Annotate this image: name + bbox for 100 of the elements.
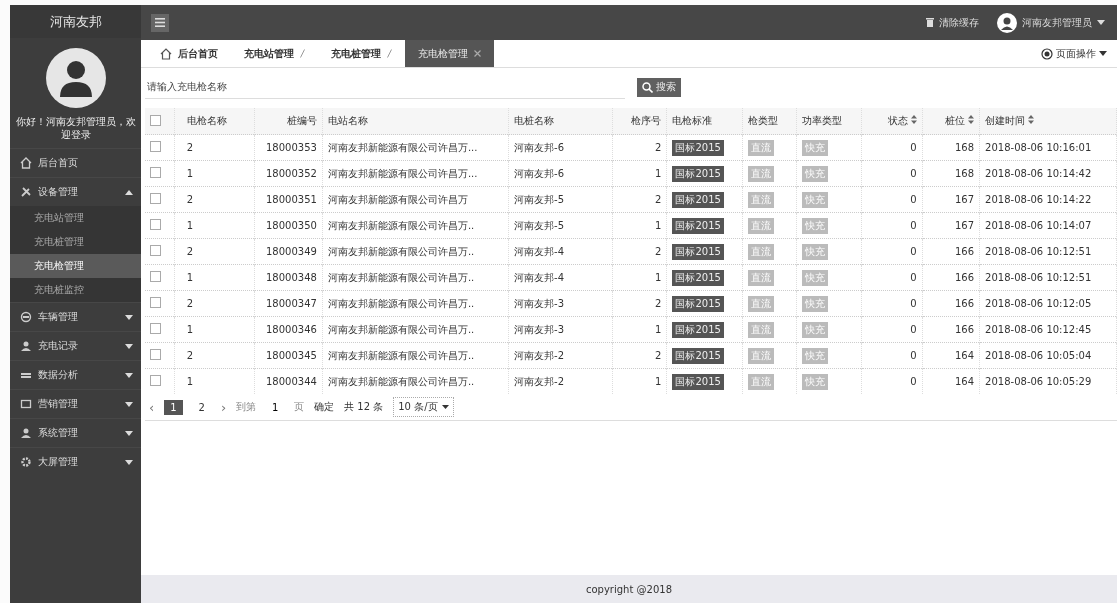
page-actions-dropdown[interactable]: 页面操作 [1041, 40, 1117, 67]
target-icon [1041, 47, 1053, 60]
caret-down-icon [441, 405, 449, 409]
search-button[interactable]: 搜索 [637, 77, 681, 97]
column-header[interactable]: 桩位 [945, 115, 966, 126]
row-checkbox[interactable] [150, 167, 161, 178]
tag: 国标2015 [672, 295, 724, 312]
table-cell: 河南友邦新能源有限公司许昌万.. [327, 349, 475, 361]
home-icon [20, 157, 32, 169]
goto-label: 到第 [236, 400, 257, 414]
row-checkbox[interactable] [150, 193, 161, 204]
sidebar-submenu-item[interactable]: 充电桩监控 [10, 278, 141, 302]
table-cell: 河南友邦新能源有限公司许昌万.. [327, 297, 475, 309]
page-tab[interactable]: 充电枪管理 [405, 40, 494, 67]
page-tab[interactable]: 后台首页 [147, 40, 231, 67]
table-cell: 河南友邦新能源有限公司许昌万... [327, 141, 478, 153]
table-cell: 164 [955, 350, 975, 361]
column-header[interactable]: 状态 [887, 115, 908, 126]
table-cell: 0 [910, 194, 917, 205]
page-unit-label: 页 [294, 400, 305, 414]
table-cell: 18000350 [266, 220, 317, 231]
page-number-button[interactable]: 1 [164, 399, 183, 415]
copyright-text: copyright @2018 [586, 583, 672, 595]
table-cell: 0 [910, 350, 917, 361]
table-cell: 168 [955, 142, 975, 153]
page-tab[interactable]: 充电桩管理 [318, 40, 405, 67]
table-cell: 河南友邦新能源有限公司许昌万.. [327, 271, 475, 283]
total-count: 共 12 条 [344, 400, 384, 414]
caret-down-icon [1099, 51, 1107, 56]
tag: 国标2015 [672, 165, 724, 182]
row-checkbox[interactable] [150, 297, 161, 308]
table-cell: 1 [655, 324, 662, 335]
table-cell: 2018-08-06 10:14:42 [985, 168, 1092, 179]
table-cell: 1 [655, 272, 662, 283]
table-cell: 166 [955, 324, 975, 335]
sidebar-submenu-item[interactable]: 充电桩管理 [10, 230, 141, 254]
table-cell: 河南友邦新能源有限公司许昌万.. [327, 323, 475, 335]
column-header[interactable]: 电站名称 [327, 115, 368, 126]
table-cell: 2018-08-06 10:14:07 [985, 220, 1092, 231]
table-cell: 167 [955, 220, 975, 231]
table-cell: 2018-08-06 10:12:51 [985, 246, 1092, 257]
person-icon [20, 427, 32, 439]
column-header[interactable]: 创建时间 [985, 115, 1026, 126]
row-checkbox[interactable] [150, 141, 161, 152]
table-cell: 河南友邦-3 [514, 323, 565, 335]
row-checkbox[interactable] [150, 271, 161, 282]
page-size-dropdown[interactable]: 10 条/页 [393, 397, 454, 417]
table-cell: 2018-08-06 10:16:01 [985, 142, 1092, 153]
table-cell: 河南友邦新能源有限公司许昌万... [327, 167, 478, 179]
table-cell: 18000351 [266, 194, 317, 205]
tag: 国标2015 [672, 139, 724, 156]
table-cell: 18000345 [266, 350, 317, 361]
page-number-button[interactable]: 2 [192, 399, 211, 415]
table-cell: 1 [186, 376, 194, 387]
table-cell: 18000348 [266, 272, 317, 283]
table-cell: 166 [955, 298, 975, 309]
previous-page-button[interactable]: ‹ [149, 399, 155, 415]
page-tab[interactable]: 充电站管理 [231, 40, 318, 67]
row-checkbox[interactable] [150, 323, 161, 334]
table-cell: 河南友邦-5 [514, 193, 565, 205]
row-checkbox[interactable] [150, 349, 161, 360]
confirm-button[interactable]: 确定 [314, 400, 335, 414]
square-icon [20, 398, 32, 410]
table-cell: 1 [186, 324, 194, 335]
sidebar-submenu-item[interactable]: 充电站管理 [10, 206, 141, 230]
menu-icon [155, 17, 165, 27]
select-all-checkbox[interactable] [150, 114, 161, 126]
row-checkbox[interactable] [150, 245, 161, 256]
caret-down-icon [125, 430, 133, 436]
table-cell: 2018-08-06 10:12:05 [985, 298, 1092, 309]
table-cell: 0 [910, 272, 917, 283]
table-cell: 河南友邦-2 [514, 375, 565, 387]
clear-cache-link[interactable]: 清除缓存 [926, 15, 979, 30]
table-cell: 1 [186, 272, 194, 283]
caret-down-icon [125, 343, 133, 349]
row-checkbox[interactable] [150, 375, 161, 386]
table-cell: 2018-08-06 10:14:22 [985, 194, 1092, 205]
column-header[interactable]: 电桩名称 [514, 115, 555, 126]
caret-down-icon [125, 401, 133, 407]
table-cell: 0 [910, 142, 917, 153]
table-cell: 166 [955, 246, 975, 257]
caret-down-icon [125, 314, 133, 320]
table-cell: 河南友邦-6 [514, 167, 565, 179]
menu-button[interactable] [151, 13, 169, 32]
table-cell: 0 [910, 246, 917, 257]
table-cell: 167 [955, 194, 975, 205]
table-cell: 1 [186, 220, 194, 231]
caret-down-icon [1097, 20, 1105, 25]
home-icon [160, 47, 172, 60]
column-header[interactable]: 桩编号 [286, 115, 317, 126]
slash-icon [300, 49, 305, 58]
gear-icon [20, 456, 32, 468]
row-checkbox[interactable] [150, 219, 161, 230]
table-cell: 1 [186, 168, 194, 179]
table-cell: 18000353 [266, 142, 317, 153]
table-cell: 2 [655, 194, 662, 205]
user-menu[interactable]: 河南友邦管理员 [997, 12, 1105, 33]
table-cell: 河南友邦-2 [514, 349, 565, 361]
sidebar-submenu-item[interactable]: 充电枪管理 [10, 254, 141, 278]
next-page-button[interactable]: › [220, 399, 227, 415]
